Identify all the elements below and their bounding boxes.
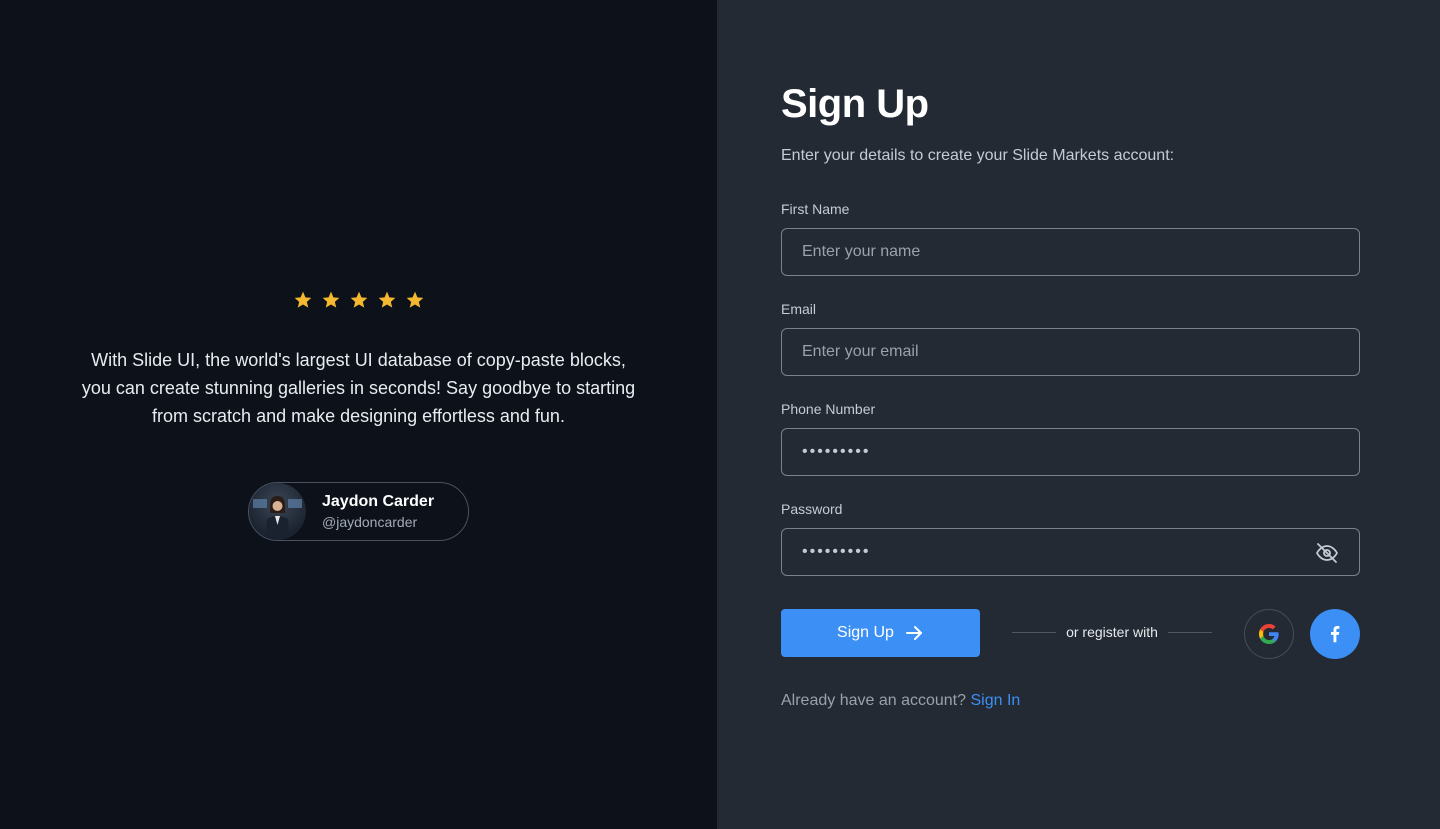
email-input[interactable] bbox=[802, 343, 1339, 361]
password-value[interactable]: ••••••••• bbox=[802, 543, 870, 561]
signup-panel: Sign Up Enter your details to create you… bbox=[717, 0, 1440, 829]
avatar bbox=[249, 483, 306, 540]
first-name-input[interactable] bbox=[802, 243, 1339, 261]
phone-value[interactable]: ••••••••• bbox=[802, 443, 870, 461]
social-divider: or register with bbox=[1012, 624, 1212, 640]
rating-stars bbox=[0, 290, 717, 310]
testimonial-quote: With Slide UI, the world's largest UI da… bbox=[81, 350, 636, 426]
password-field[interactable]: ••••••••• bbox=[781, 528, 1360, 576]
author-name: Jaydon Carder bbox=[322, 492, 435, 510]
star-icon bbox=[378, 291, 395, 308]
signup-button-label: Sign Up bbox=[837, 624, 894, 641]
page-subtitle: Enter your details to create your Slide … bbox=[781, 147, 1175, 164]
page-title: Sign Up bbox=[781, 82, 929, 126]
signup-button[interactable]: Sign Up bbox=[781, 609, 980, 657]
password-label: Password bbox=[781, 501, 843, 517]
author-handle: @jaydoncarder bbox=[322, 513, 418, 530]
phone-label: Phone Number bbox=[781, 401, 876, 417]
arrow-right-icon bbox=[905, 626, 922, 640]
facebook-signup-button[interactable] bbox=[1310, 609, 1360, 659]
eye-off-icon[interactable] bbox=[1315, 541, 1339, 565]
star-icon bbox=[294, 291, 311, 308]
signin-prompt: Already have an account? Sign In bbox=[781, 692, 1020, 710]
testimonial-panel: With Slide UI, the world's largest UI da… bbox=[0, 0, 717, 829]
phone-field[interactable]: ••••••••• bbox=[781, 428, 1360, 476]
email-label: Email bbox=[781, 301, 817, 317]
star-icon bbox=[406, 291, 423, 308]
signin-link[interactable]: Sign In bbox=[970, 692, 1020, 709]
facebook-icon bbox=[1331, 626, 1340, 643]
google-signup-button[interactable] bbox=[1244, 609, 1294, 659]
google-icon bbox=[1259, 624, 1279, 644]
first-name-label: First Name bbox=[781, 201, 850, 217]
star-icon bbox=[322, 291, 339, 308]
signin-prompt-text: Already have an account? bbox=[781, 692, 967, 709]
email-field[interactable] bbox=[781, 328, 1360, 376]
first-name-field[interactable] bbox=[781, 228, 1360, 276]
divider-text: or register with bbox=[1066, 624, 1158, 640]
star-icon bbox=[350, 291, 367, 308]
author-card: Jaydon Carder @jaydoncarder bbox=[248, 482, 469, 541]
